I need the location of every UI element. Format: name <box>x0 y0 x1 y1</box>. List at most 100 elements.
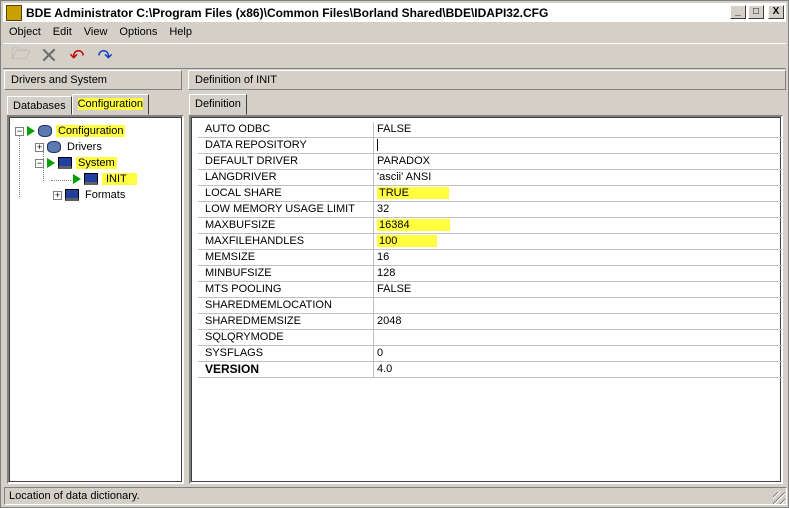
grid-row-sharedmemsize[interactable]: SHAREDMEMSIZE 2048 <box>198 314 782 330</box>
param-value[interactable]: PARADOX <box>374 154 782 169</box>
maximize-button[interactable]: □ <box>748 5 764 19</box>
tree-label: Drivers <box>67 141 102 153</box>
expand-icon[interactable]: + <box>35 142 44 152</box>
menu-object[interactable]: Object <box>3 26 47 38</box>
param-name: MTS POOLING <box>198 282 374 297</box>
toolbar: 🗁 ✕ ↶ ↷ <box>3 43 786 69</box>
param-name: DEFAULT DRIVER <box>198 154 374 169</box>
database-icon <box>47 141 61 153</box>
grid-row-memsize[interactable]: MEMSIZE 16 <box>198 250 782 266</box>
redo-icon[interactable]: ↷ <box>93 45 117 67</box>
param-name: SYSFLAGS <box>198 346 374 361</box>
grid-row-mts-pooling[interactable]: MTS POOLING FALSE <box>198 282 782 298</box>
tab-configuration[interactable]: Configuration <box>71 94 150 115</box>
collapse-icon[interactable]: − <box>35 158 44 168</box>
tree-node-system[interactable]: − System <box>35 155 117 171</box>
param-value-text: TRUE <box>377 187 449 199</box>
grid-row-sqlqrymode[interactable]: SQLQRYMODE <box>198 330 782 346</box>
computer-icon <box>58 157 72 169</box>
menu-edit[interactable]: Edit <box>47 26 78 38</box>
definition-grid: AUTO ODBC FALSE DATA REPOSITORY DEFAULT D… <box>198 122 782 378</box>
param-value[interactable] <box>374 330 782 345</box>
menu-options[interactable]: Options <box>113 26 163 38</box>
param-value-text: FALSE <box>377 283 412 295</box>
tab-definition[interactable]: Definition <box>189 94 247 115</box>
title-bar[interactable]: BDE Administrator C:\Program Files (x86)… <box>3 3 786 22</box>
tree-label: Configuration <box>56 125 126 137</box>
param-name: MEMSIZE <box>198 250 374 265</box>
param-name: MAXFILEHANDLES <box>198 234 374 249</box>
grid-row-sharedmemlocation[interactable]: SHAREDMEMLOCATION <box>198 298 782 314</box>
grid-row-langdriver[interactable]: LANGDRIVER'ascii' ANSI <box>198 170 782 186</box>
delete-x-icon[interactable]: ✕ <box>37 43 61 68</box>
tab-databases[interactable]: Databases <box>7 96 72 115</box>
param-value[interactable]: FALSE <box>374 122 782 137</box>
left-tabs: Databases Configuration <box>7 94 150 115</box>
close-button[interactable]: X <box>768 5 784 19</box>
grid-row-default-driver[interactable]: DEFAULT DRIVER PARADOX <box>198 154 782 170</box>
param-value-text: 32 <box>377 203 390 215</box>
computer-icon <box>84 173 98 185</box>
tab-configuration-label: Configuration <box>77 98 144 110</box>
grid-row-maxbufsize[interactable]: MAXBUFSIZE 16384 <box>198 218 782 234</box>
grid-row-auto-odbc[interactable]: AUTO ODBC FALSE <box>198 122 782 138</box>
tree-line <box>19 131 20 197</box>
param-value-text: 0 <box>377 347 384 359</box>
open-folder-icon[interactable]: 🗁 <box>9 45 33 67</box>
param-value[interactable]: 100 <box>374 234 782 249</box>
param-value[interactable]: FALSE <box>374 282 782 297</box>
grid-row-local-share[interactable]: LOCAL SHARE TRUE <box>198 186 782 202</box>
param-value[interactable]: 128 <box>374 266 782 281</box>
param-name: LOW MEMORY USAGE LIMIT <box>198 202 374 217</box>
tree-node-formats[interactable]: + Formats <box>53 187 127 203</box>
tree-node-drivers[interactable]: + Drivers <box>35 139 104 155</box>
grid-row-data-repository[interactable]: DATA REPOSITORY <box>198 138 782 154</box>
bde-app-icon[interactable] <box>6 4 22 21</box>
param-value-text: 16384 <box>377 219 450 231</box>
param-value[interactable] <box>374 138 782 153</box>
param-name: MAXBUFSIZE <box>198 218 374 233</box>
param-name: SQLQRYMODE <box>198 330 374 345</box>
param-value-text: 4.0 <box>377 363 393 375</box>
menu-view[interactable]: View <box>78 26 114 38</box>
menu-help[interactable]: Help <box>163 26 198 38</box>
tree-label: System <box>76 157 117 169</box>
expand-icon[interactable]: + <box>53 190 62 200</box>
tree-node-init[interactable]: INIT <box>73 171 137 187</box>
configuration-tree: − Configuration + Drivers − System INIT … <box>7 115 184 484</box>
param-name: VERSION <box>198 362 374 377</box>
grid-row-maxfilehandles[interactable]: MAXFILEHANDLES 100 <box>198 234 782 250</box>
grid-row-minbufsize[interactable]: MINBUFSIZE 128 <box>198 266 782 282</box>
param-name: DATA REPOSITORY <box>198 138 374 153</box>
param-value-text: 16 <box>377 251 390 263</box>
grid-row-version[interactable]: VERSION 4.0 <box>198 362 782 378</box>
param-value[interactable]: 0 <box>374 346 782 361</box>
grid-row-low-memory-usage-limit[interactable]: LOW MEMORY USAGE LIMIT 32 <box>198 202 782 218</box>
param-name: SHAREDMEMLOCATION <box>198 298 374 313</box>
param-value[interactable]: 'ascii' ANSI <box>374 170 782 185</box>
definition-grid-panel: AUTO ODBC FALSE DATA REPOSITORY DEFAULT D… <box>189 115 783 484</box>
param-value-text: FALSE <box>377 123 412 135</box>
param-name: MINBUFSIZE <box>198 266 374 281</box>
resize-grip-icon[interactable] <box>773 492 785 504</box>
undo-icon[interactable]: ↶ <box>65 45 89 67</box>
param-name: AUTO ODBC <box>198 122 374 137</box>
param-value[interactable]: 2048 <box>374 314 782 329</box>
grid-row-sysflags[interactable]: SYSFLAGS 0 <box>198 346 782 362</box>
param-name: LOCAL SHARE <box>198 186 374 201</box>
param-value[interactable]: 4.0 <box>374 362 782 377</box>
tree-line <box>51 180 71 181</box>
param-value[interactable] <box>374 298 782 313</box>
tree-node-configuration[interactable]: − Configuration <box>15 123 126 139</box>
param-value[interactable]: 16 <box>374 250 782 265</box>
minimize-button[interactable]: _ <box>730 5 746 19</box>
status-bar: Location of data dictionary. <box>4 487 787 505</box>
param-value[interactable]: 16384 <box>374 218 782 233</box>
param-value-text: PARADOX <box>377 155 430 167</box>
play-arrow-icon <box>73 174 81 184</box>
bde-admin-window: BDE Administrator C:\Program Files (x86)… <box>0 0 789 508</box>
collapse-icon[interactable]: − <box>15 126 24 136</box>
database-icon <box>38 125 52 137</box>
param-value[interactable]: TRUE <box>374 186 782 201</box>
param-value[interactable]: 32 <box>374 202 782 217</box>
